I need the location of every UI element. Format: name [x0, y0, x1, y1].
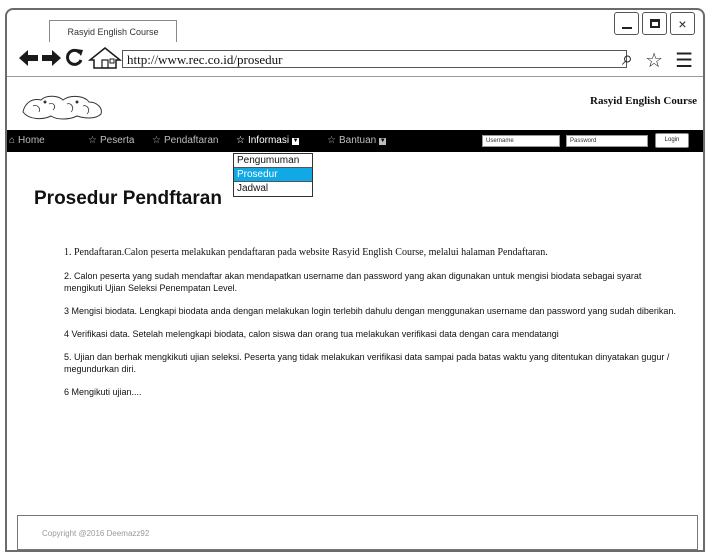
step-item: 3 Mengisi biodata. Lengkapi biodata anda…	[64, 306, 676, 316]
step-item: 5. Ujian dan berhak mengkikuti ujian sel…	[64, 352, 670, 374]
reload-icon[interactable]	[64, 48, 84, 68]
page-title: Prosedur Pendftaran	[34, 188, 222, 209]
star-icon: ☆	[88, 135, 97, 146]
menu-item-label: Pendaftaran	[163, 135, 219, 146]
informasi-dropdown: Pengumuman Prosedur Jadwal	[233, 153, 313, 197]
star-icon: ☆	[152, 135, 161, 146]
maximize-icon	[649, 19, 660, 28]
procedure-steps: 1. Pendaftaran.Calon peserta melakukan p…	[64, 247, 679, 409]
menu-item-label: Bantuan	[338, 135, 377, 146]
window-controls: ×	[614, 12, 695, 35]
site-header: Rasyid English Course	[7, 77, 703, 132]
dropdown-item-jadwal[interactable]: Jadwal	[234, 182, 312, 196]
minimize-button[interactable]	[614, 12, 639, 35]
step-item: 6 Mengikuti ujian....	[64, 387, 142, 397]
menu-item-label: Peserta	[99, 135, 135, 146]
home-icon: ⌂	[9, 135, 16, 146]
login-button[interactable]: Login	[655, 133, 689, 148]
step-item: 2. Calon peserta yang sudah mendaftar ak…	[64, 271, 642, 293]
menu-item-label: Informasi	[247, 135, 290, 146]
dropdown-item-prosedur[interactable]: Prosedur	[234, 168, 312, 182]
browser-tab[interactable]: Rasyid English Course	[49, 20, 177, 42]
step-item: 1. Pendaftaran.Calon peserta melakukan p…	[64, 247, 548, 258]
home-icon[interactable]	[88, 47, 122, 69]
back-arrow-icon[interactable]	[19, 49, 39, 67]
bookmark-star-icon[interactable]: ☆	[645, 48, 663, 73]
browser-right-icons: ⌕ ☆ ☰	[622, 48, 693, 73]
dropdown-item-pengumuman[interactable]: Pengumuman	[234, 154, 312, 168]
chevron-down-icon: ▼	[292, 137, 300, 145]
menu-item-peserta[interactable]: ☆ Peserta	[88, 130, 134, 152]
menu-item-home[interactable]: ⌂ Home	[9, 130, 45, 152]
maximize-button[interactable]	[642, 12, 667, 35]
menu-item-informasi[interactable]: ☆ Informasi ▼	[236, 130, 300, 152]
main-menu-bar: ⌂ Home ☆ Peserta ☆ Pendaftaran ☆ Informa…	[7, 130, 703, 152]
forward-arrow-icon[interactable]	[41, 49, 61, 67]
star-icon: ☆	[327, 135, 336, 146]
site-logo[interactable]	[19, 90, 105, 122]
site-title: Rasyid English Course	[590, 95, 697, 107]
menu-item-bantuan[interactable]: ☆ Bantuan ▼	[327, 130, 387, 152]
chevron-down-icon: ▼	[379, 137, 387, 145]
address-bar[interactable]: http://www.rec.co.id/prosedur	[122, 50, 627, 68]
star-icon: ☆	[236, 135, 245, 146]
browser-chrome: Rasyid English Course × http://www.rec.c…	[7, 10, 703, 77]
copyright-text: Copyright @2016 Deemazz92	[42, 529, 150, 538]
browser-nav-buttons	[19, 46, 122, 70]
close-button[interactable]: ×	[670, 12, 695, 35]
menu-icon[interactable]: ☰	[675, 48, 693, 73]
footer: Copyright @2016 Deemazz92	[17, 515, 698, 550]
search-icon[interactable]: ⌕	[622, 48, 633, 73]
close-icon: ×	[678, 15, 687, 32]
browser-window: Rasyid English Course × http://www.rec.c…	[5, 8, 705, 552]
minimize-icon	[621, 26, 632, 29]
menu-item-label: Home	[18, 135, 45, 146]
username-input[interactable]: Username	[482, 135, 560, 147]
password-input[interactable]: Password	[566, 135, 648, 147]
menu-item-pendaftaran[interactable]: ☆ Pendaftaran	[152, 130, 218, 152]
step-item: 4 Verifikasi data. Setelah melengkapi bi…	[64, 329, 559, 339]
